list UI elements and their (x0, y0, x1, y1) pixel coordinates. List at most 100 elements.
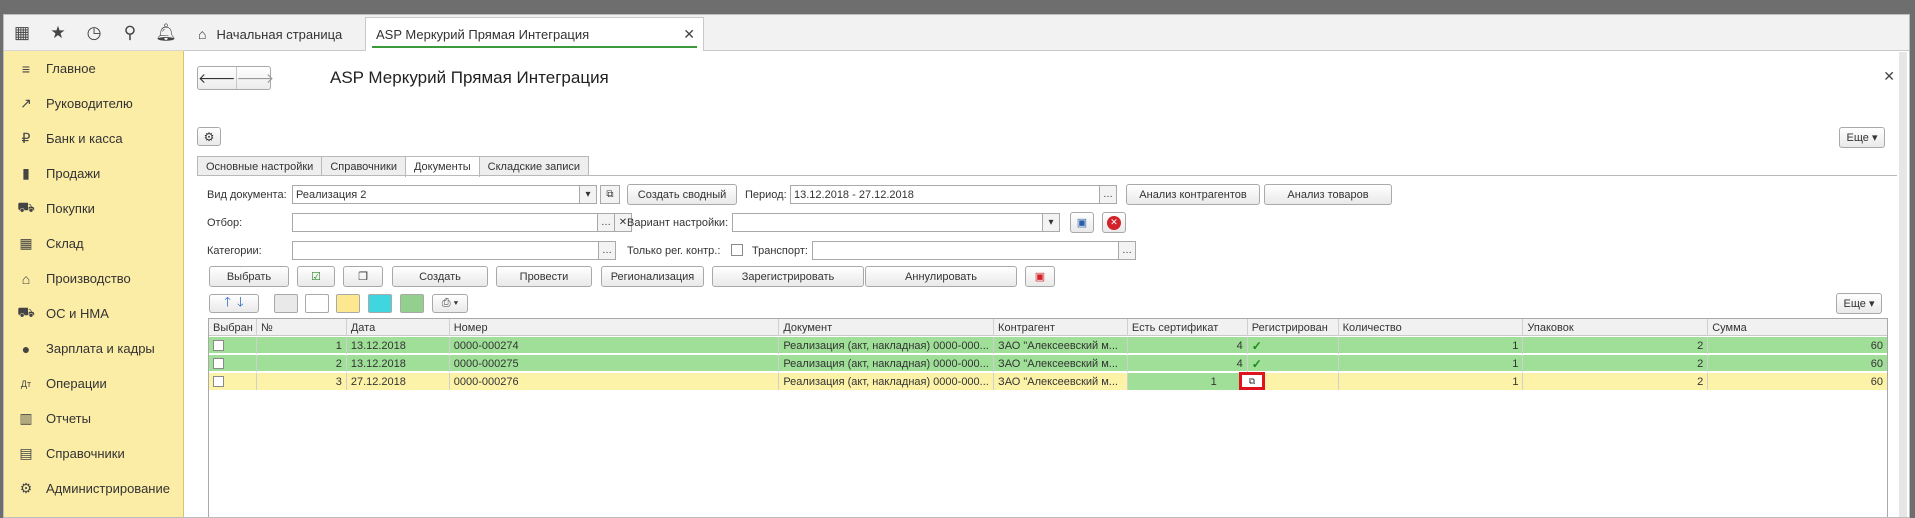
filter-field[interactable] (292, 213, 598, 232)
col-contractor[interactable]: Контрагент (994, 319, 1128, 336)
row-checkbox[interactable] (213, 376, 224, 387)
categories-select-button[interactable]: … (598, 241, 616, 260)
copy-button[interactable]: ❐ (343, 266, 383, 287)
filter-select-button[interactable]: … (597, 213, 615, 232)
documents-table: Выбран № Дата Номер Документ Контрагент … (208, 318, 1888, 517)
col-certificate[interactable]: Есть сертификат (1128, 319, 1248, 336)
star-icon[interactable]: ★ (40, 15, 76, 51)
save-variant-button[interactable]: ▣ (1070, 212, 1094, 233)
cell-number: 0000-000274 (450, 337, 780, 354)
apps-grid-icon[interactable]: ▦ (4, 15, 40, 51)
delete-variant-button[interactable]: ✕ (1102, 212, 1126, 233)
categories-field[interactable] (292, 241, 600, 260)
window-tabs: ⌂ Начальная страница ASP Меркурий Прямая … (184, 15, 1909, 51)
regionalization-button[interactable]: Регионализация (601, 266, 704, 287)
sidebar-item-assets[interactable]: ⛟ ОС и НМА (4, 296, 183, 331)
cancel-docs-button[interactable]: Аннулировать (865, 266, 1017, 287)
period-label: Период: (745, 189, 787, 201)
copy-icon: ❐ (358, 271, 368, 283)
history-icon[interactable]: ◷ (76, 15, 112, 51)
tab-asp-mercury[interactable]: ASP Меркурий Прямая Интеграция ✕ (365, 17, 704, 51)
print-button[interactable]: ⎙ ▾ (432, 294, 468, 313)
col-quantity[interactable]: Количество (1339, 319, 1524, 336)
tab-home[interactable]: ⌂ Начальная страница (188, 17, 364, 51)
forward-arrow-icon[interactable]: 🡒 (235, 67, 274, 89)
color-filter-green[interactable] (400, 294, 424, 313)
cell-quantity: 1 (1339, 355, 1524, 372)
arrow-up-icon: 🡑 (224, 293, 231, 309)
search-icon[interactable]: ⚲ (112, 15, 148, 51)
delete-doc-button[interactable]: ▣ (1025, 266, 1055, 287)
sidebar-item-warehouse[interactable]: ▦ Склад (4, 226, 183, 261)
settings-button[interactable]: ⚙ (197, 127, 221, 146)
color-filter-cyan[interactable] (368, 294, 392, 313)
register-button[interactable]: Зарегистрировать (712, 266, 864, 287)
vertical-scrollbar[interactable] (1899, 52, 1907, 517)
open-icon[interactable]: ⧉ (600, 185, 620, 204)
tab-directories[interactable]: Справочники (321, 156, 406, 176)
create-button[interactable]: Создать (392, 266, 488, 287)
doc-type-field[interactable]: Реализация 2 (292, 185, 596, 204)
doc-type-label: Вид документа: (207, 189, 287, 201)
color-filter-yellow[interactable] (336, 294, 360, 313)
sidebar-item-operations[interactable]: Дт Операции (4, 366, 183, 401)
period-select-button[interactable]: … (1099, 185, 1117, 204)
sidebar-item-reports[interactable]: ▥ Отчеты (4, 401, 183, 436)
row-checkbox[interactable] (213, 340, 224, 351)
table-row[interactable]: 2 13.12.2018 0000-000275 Реализация (акт… (209, 355, 1887, 372)
analysis-goods-button[interactable]: Анализ товаров (1264, 184, 1392, 205)
variant-field[interactable] (732, 213, 1060, 232)
color-filter-white[interactable] (305, 294, 329, 313)
tab-documents[interactable]: Документы (404, 156, 480, 177)
sidebar-item-label: Склад (46, 236, 84, 251)
color-filter-gray[interactable] (274, 294, 298, 313)
delete-icon: ✕ (1107, 215, 1121, 230)
sidebar-item-production[interactable]: ⌂ Производство (4, 261, 183, 296)
table-row[interactable]: 3 27.12.2018 0000-000276 Реализация (акт… (209, 373, 1887, 390)
col-number[interactable]: № (257, 319, 347, 336)
tab-warehouse-records[interactable]: Складские записи (478, 156, 590, 176)
open-certificate-button[interactable]: ⧉ (1239, 372, 1265, 390)
row-checkbox[interactable] (213, 358, 224, 369)
table-row[interactable]: 1 13.12.2018 0000-000274 Реализация (акт… (209, 337, 1887, 354)
col-document[interactable]: Документ (779, 319, 995, 336)
sidebar-item-directories[interactable]: ▤ Справочники (4, 436, 183, 471)
select-button[interactable]: Выбрать (209, 266, 289, 287)
sidebar-item-admin[interactable]: ⚙ Администрирование (4, 471, 183, 506)
sidebar-item-bank[interactable]: ₽ Банк и касса (4, 121, 183, 156)
transport-field[interactable] (812, 241, 1120, 260)
col-sum[interactable]: Сумма (1708, 319, 1887, 336)
cell-certificate: 4 (1128, 337, 1248, 354)
back-arrow-icon[interactable]: 🡐 (198, 67, 236, 89)
bell-icon[interactable]: 🔔︎ (148, 15, 184, 51)
tab-close-icon[interactable]: ✕ (683, 26, 695, 43)
col-date[interactable]: Дата (347, 319, 450, 336)
create-summary-button[interactable]: Создать сводный (627, 184, 737, 205)
post-button[interactable]: Провести (496, 266, 592, 287)
col-selected[interactable]: Выбран (209, 319, 257, 336)
checkmark-icon: ✓ (1251, 338, 1262, 353)
col-packages[interactable]: Упаковок (1523, 319, 1709, 336)
tab-main-settings[interactable]: Основные настройки (197, 156, 323, 176)
cell-registered: ✓ (1248, 337, 1339, 354)
col-doc-number[interactable]: Номер (450, 319, 780, 336)
sidebar-item-salary[interactable]: ● Зарплата и кадры (4, 331, 183, 366)
move-updown-button[interactable]: 🡑 🡓 (209, 294, 259, 313)
more-button[interactable]: Еще ▾ (1839, 127, 1885, 148)
sidebar-item-purchases[interactable]: ⛟ Покупки (4, 191, 183, 226)
only-reg-checkbox[interactable] (731, 244, 743, 256)
close-icon[interactable]: ✕ (1883, 68, 1895, 85)
cell-certificate-editing[interactable]: 1 (1127, 373, 1248, 390)
chevron-down-icon[interactable]: ▾ (1042, 213, 1060, 232)
transport-select-button[interactable]: … (1118, 241, 1136, 260)
sidebar-item-manager[interactable]: ↗ Руководителю (4, 86, 183, 121)
grid-more-button[interactable]: Еще ▾ (1836, 293, 1882, 314)
sidebar-item-sales[interactable]: ▮ Продажи (4, 156, 183, 191)
arrow-down-icon: 🡓 (237, 293, 244, 309)
analysis-contractors-button[interactable]: Анализ контрагентов (1126, 184, 1260, 205)
period-field[interactable]: 13.12.2018 - 27.12.2018 (790, 185, 1102, 204)
col-registered[interactable]: Регистрирован (1248, 319, 1339, 336)
chevron-down-icon[interactable]: ▾ (579, 185, 597, 204)
check-all-button[interactable]: ☑ (297, 266, 335, 287)
sidebar-item-main[interactable]: ≡ Главное (4, 51, 183, 86)
